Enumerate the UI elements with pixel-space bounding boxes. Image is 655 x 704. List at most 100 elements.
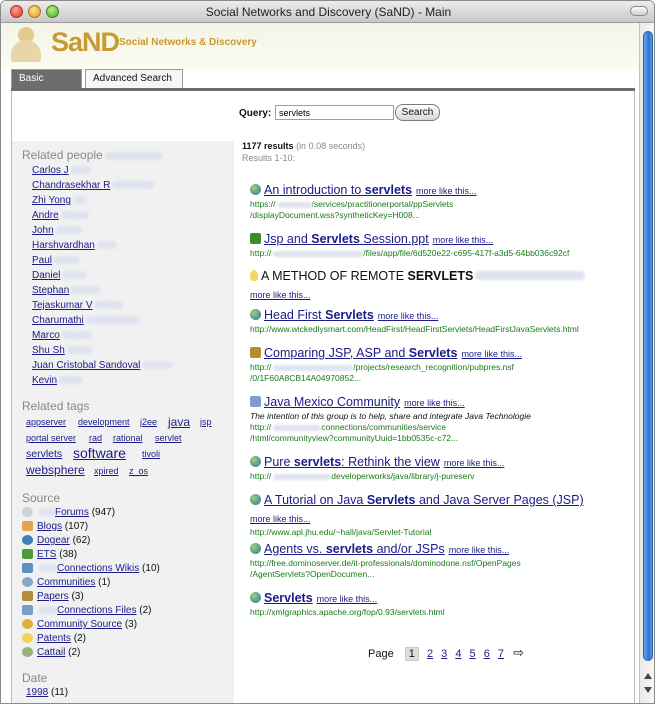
source-item[interactable]: Dogear (62) [22,535,90,546]
result-url: http://xmlgraphics.apache.org/fop/0.93/s… [250,607,445,617]
source-item[interactable]: Papers (3) [22,591,84,602]
query-input[interactable] [275,105,394,120]
more-like-this-link[interactable]: more like this... [433,235,494,245]
tag-link[interactable]: z_os [129,466,148,476]
web-icon [250,592,261,603]
scroll-down-arrow-icon[interactable] [644,687,652,693]
pager-page-link[interactable]: 7 [498,648,504,660]
person-link[interactable]: Juan Cristobal Sandoval [32,360,173,371]
pager-page-link[interactable]: 5 [470,648,476,660]
person-link[interactable]: Chandrasekhar R [32,180,155,191]
person-link[interactable]: Charumathi [32,315,140,326]
result-title-link[interactable]: Head First Servlets [250,308,374,322]
tag-link[interactable]: development [78,417,130,427]
community-source-icon [22,619,33,630]
result-title-link[interactable]: Java Mexico Community [250,395,400,409]
more-like-this-link[interactable]: more like this... [378,311,439,321]
web-icon [250,184,261,195]
pager-page-link[interactable]: 4 [455,648,461,660]
tag-link[interactable]: rad [89,433,102,443]
person-link[interactable]: Zhi Yong [32,195,87,206]
bookmark-icon [22,535,33,546]
date-heading: Date [22,671,48,685]
scrollbar-thumb[interactable] [643,31,653,661]
more-like-this-link[interactable]: more like this... [449,545,510,555]
tag-link[interactable]: j2ee [140,417,157,427]
tag-link[interactable]: servlets [26,448,62,460]
person-link[interactable]: Carlos J [32,165,91,176]
source-item[interactable]: Communities (1) [22,577,110,588]
tag-link[interactable]: tivoli [142,449,160,459]
source-item[interactable]: Patents (2) [22,633,86,644]
person-link[interactable]: Andre [32,210,89,221]
person-link[interactable]: Shu Sh [32,345,93,356]
tag-link[interactable]: xpired [94,466,119,476]
more-like-this-link[interactable]: more like this... [317,594,378,604]
result-item: Agents vs. servlets and/or JSPs more like… [250,540,625,580]
content-area: Query: Search Related people Carlos J Ch… [11,91,635,703]
more-like-this-link[interactable]: more like this... [250,514,311,524]
pager-page-link[interactable]: 6 [484,648,490,660]
result-url: http:///files/app/file/6d520e22-c695-417… [250,248,570,258]
pager-page-link[interactable]: 2 [427,648,433,660]
person-link[interactable]: Daniel [32,270,87,281]
tag-link[interactable]: appserver [26,417,66,427]
result-item: A Tutorial on Java Servlets and Java Ser… [250,491,625,538]
result-title-link[interactable]: Comparing JSP, ASP and Servlets [250,346,457,360]
person-link[interactable]: John [32,225,82,236]
cattail-icon [22,647,33,658]
pager-page-link[interactable]: 3 [441,648,447,660]
tag-link[interactable]: servlet [155,433,182,443]
person-link[interactable]: Paul [32,255,81,266]
result-title-link[interactable]: A Tutorial on Java Servlets and Java Ser… [250,493,584,507]
person-link[interactable]: Harshvardhan [32,240,117,251]
person-link[interactable]: Kevin [32,375,84,386]
source-heading: Source [22,491,61,505]
ets-icon [22,549,33,560]
vertical-scrollbar[interactable] [639,23,654,703]
tab-advanced-search[interactable]: Advanced Search [85,69,183,89]
lightbulb-icon [22,633,33,644]
more-like-this-link[interactable]: more like this... [404,398,465,408]
app-header: SaND Social Networks & Discovery [1,23,639,69]
result-url: http://developerworks/java/library/j-pur… [250,471,475,481]
person-link[interactable]: Tejaskumar V [32,300,123,311]
toolbar-toggle-button[interactable] [630,6,648,16]
more-like-this-link[interactable]: more like this... [461,349,522,359]
tag-link[interactable]: java [168,415,190,429]
result-title-link[interactable]: Servlets [250,591,313,605]
tab-basic-search[interactable]: Basic Search [11,69,82,102]
result-title-link[interactable]: Pure servlets: Rethink the view [250,455,440,469]
result-title-link[interactable]: Jsp and Servlets Session.ppt [250,232,429,246]
source-item[interactable]: Connections Wikis (10) [22,563,160,574]
tag-link[interactable]: websphere [26,463,85,477]
result-title[interactable]: A METHOD OF REMOTE SERVLETS [250,269,473,283]
web-icon [250,543,261,554]
person-link[interactable]: Stephan [32,285,102,296]
source-item[interactable]: ETS (38) [22,549,77,560]
community-icon [22,577,33,588]
arrow-right-icon[interactable]: ⇨ [513,645,524,660]
source-item[interactable]: Blogs (107) [22,521,88,532]
date-item[interactable]: 1998 (11) [26,687,68,698]
result-url-cont: /AgentServlets?OpenDocumen... [250,569,375,579]
person-link[interactable]: Marco [32,330,92,341]
more-like-this-link[interactable]: more like this... [444,458,505,468]
tag-link[interactable]: jsp [200,417,212,427]
result-title-link[interactable]: Agents vs. servlets and/or JSPs [250,542,445,556]
source-item[interactable]: Cattail (2) [22,647,80,658]
source-item[interactable]: Community Source (3) [22,619,137,630]
files-icon [22,605,33,616]
source-item[interactable]: Connections Files (2) [22,605,152,616]
tag-link[interactable]: software [73,445,126,461]
tag-link[interactable]: rational [113,433,143,443]
scroll-up-arrow-icon[interactable] [644,673,652,679]
more-like-this-link[interactable]: more like this... [250,290,311,300]
tag-link[interactable]: portal server [26,433,76,443]
source-item[interactable]: Forums (947) [22,507,115,518]
more-like-this-link[interactable]: more like this... [416,186,477,196]
result-item: Java Mexico Community more like this... T… [250,393,625,444]
web-icon [250,309,261,320]
result-title-link[interactable]: An introduction to servlets [250,183,412,197]
search-button[interactable]: Search [395,104,440,121]
